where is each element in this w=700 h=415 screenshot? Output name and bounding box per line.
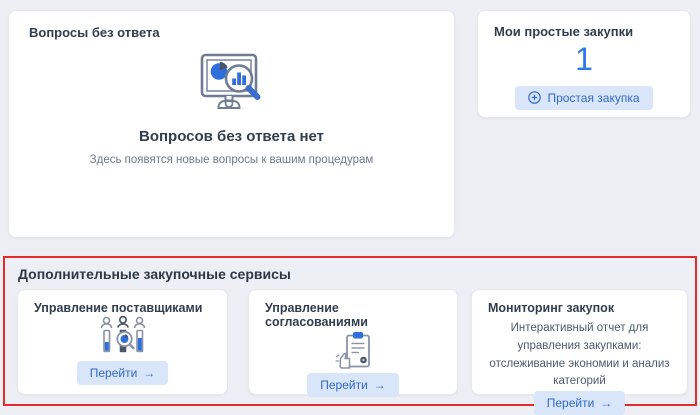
service-card-title: Управление поставщиками [34, 301, 203, 315]
go-button-label: Перейти [546, 396, 595, 411]
go-button[interactable]: Перейти → [76, 361, 169, 385]
approvals-clipboard-icon [328, 329, 378, 373]
go-button[interactable]: Перейти → [307, 373, 399, 397]
purchases-card-title: Мои простые закупки [494, 24, 634, 39]
service-card-title: Мониторинг закупок [488, 301, 615, 315]
arrow-right-icon: → [143, 366, 156, 380]
questions-card: Вопросы без ответа Вопросов без ответа н… [8, 10, 455, 238]
go-button[interactable]: Перейти → [533, 391, 626, 415]
simple-purchase-button[interactable]: Простая закупка [515, 85, 653, 110]
arrow-right-icon: → [600, 396, 613, 411]
services-section-highlight: Дополнительные закупочные сервисы Управл… [3, 256, 697, 415]
service-card-suppliers: Управление поставщиками Перейти → [17, 289, 228, 395]
purchases-count-link[interactable]: 1 [494, 42, 674, 77]
monitor-analytics-icon [192, 52, 272, 118]
go-button-label: Перейти [89, 366, 138, 380]
service-card-title: Управление согласованиями [265, 301, 368, 329]
empty-state-title: Вопросов без ответа нет [138, 128, 325, 145]
plus-circle-icon [528, 91, 542, 104]
service-card-monitoring: Мониторинг закупок Интерактивный отчет д… [471, 289, 688, 415]
arrow-right-icon: → [373, 378, 386, 392]
dashboard-page: { "colors": { "page_bg": "#edeff4", "acc… [0, 0, 700, 415]
questions-card-title: Вопросы без ответа [29, 25, 160, 40]
go-button-label: Перейти [320, 378, 368, 392]
services-section-title: Дополнительные закупочные сервисы [18, 266, 291, 282]
service-card-description: Интерактивный отчет для управления закуп… [489, 322, 670, 388]
simple-purchases-card: Мои простые закупки 1 Простая закупка [477, 10, 691, 118]
service-card-approvals: Управление согласованиями Перейти → [248, 289, 458, 397]
empty-state-subtitle: Здесь появятся новые вопросы к вашим про… [89, 154, 374, 166]
simple-purchase-button-label: Простая закупка [547, 90, 640, 105]
suppliers-audit-icon [96, 315, 150, 361]
